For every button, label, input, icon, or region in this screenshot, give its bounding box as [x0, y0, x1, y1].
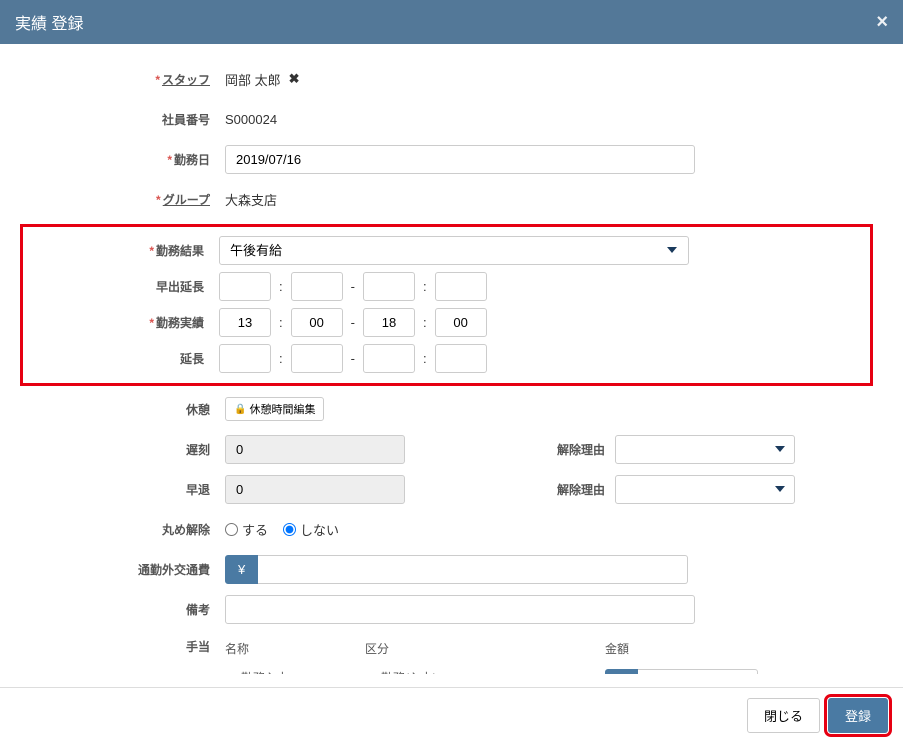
early-leave-label: 早退 [30, 481, 225, 498]
late-input[interactable] [225, 435, 405, 464]
ext-label: 延長 [29, 350, 219, 367]
actual-end-hour[interactable] [363, 308, 415, 337]
early-ext-start-min[interactable] [291, 272, 343, 301]
early-ext-end-hour[interactable] [363, 272, 415, 301]
remarks-input[interactable] [225, 595, 695, 624]
allowance-amount-header: 金額 [605, 640, 873, 657]
late-label: 遅刻 [30, 441, 225, 458]
modal-title: 実績 登録 [15, 10, 83, 34]
allowance-name-value: 勤務入力 [225, 669, 365, 674]
rounding-no-radio[interactable] [283, 523, 296, 536]
actual-end-min[interactable] [435, 308, 487, 337]
early-leave-cancel-reason-label: 解除理由 [545, 481, 605, 498]
late-cancel-reason-label: 解除理由 [545, 441, 605, 458]
rounding-yes-radio[interactable] [225, 523, 238, 536]
remarks-label: 備考 [30, 601, 225, 618]
work-result-label: 勤務結果 [156, 244, 204, 258]
staff-remove-icon[interactable]: ✖ [289, 71, 300, 87]
group-label[interactable]: グループ [163, 193, 210, 207]
break-label: 休憩 [30, 401, 225, 418]
ext-end-hour[interactable] [363, 344, 415, 373]
early-leave-input[interactable] [225, 475, 405, 504]
yen-icon: ¥ [605, 669, 638, 674]
allowance-amount-input[interactable] [638, 669, 758, 674]
actual-start-min[interactable] [291, 308, 343, 337]
allowance-cat-header: 区分 [365, 640, 605, 657]
actual-label: 勤務実績 [156, 316, 204, 330]
rounding-label: 丸め解除 [30, 521, 225, 538]
rounding-no-item[interactable]: しない [283, 520, 339, 539]
close-button[interactable]: 閉じる [747, 698, 820, 733]
modal-header: 実績 登録 × [0, 0, 903, 44]
work-date-input[interactable] [225, 145, 695, 174]
submit-button[interactable]: 登録 [828, 698, 888, 733]
ext-start-min[interactable] [291, 344, 343, 373]
lock-icon [234, 403, 246, 415]
staff-value: 岡部 太郎 [225, 66, 281, 93]
break-edit-button[interactable]: 休憩時間編集 [225, 397, 324, 421]
modal-body: *スタッフ 岡部 太郎 ✖ 社員番号 S000024 *勤務日 *グループ 大森… [0, 44, 903, 674]
allowance-cat-value: 勤務(入力) [365, 669, 605, 674]
allowance-label: 手当 [30, 634, 225, 655]
early-leave-cancel-reason-select[interactable] [615, 475, 795, 504]
employee-no-value: S000024 [225, 108, 277, 131]
commute-input[interactable] [258, 555, 688, 584]
actual-start-hour[interactable] [219, 308, 271, 337]
commute-label: 通勤外交通費 [30, 561, 225, 578]
employee-no-label: 社員番号 [30, 111, 225, 128]
modal-footer: 閉じる 登録 [0, 687, 903, 743]
yen-icon: ¥ [225, 555, 258, 584]
allowance-name-header: 名称 [225, 640, 365, 657]
ext-end-min[interactable] [435, 344, 487, 373]
late-cancel-reason-select[interactable] [615, 435, 795, 464]
group-value: 大森支店 [225, 186, 277, 213]
rounding-yes-item[interactable]: する [225, 520, 268, 539]
ext-start-hour[interactable] [219, 344, 271, 373]
work-result-select[interactable]: 午後有給 [219, 236, 689, 265]
work-date-label: 勤務日 [174, 153, 210, 167]
early-ext-end-min[interactable] [435, 272, 487, 301]
close-icon[interactable]: × [876, 11, 888, 34]
early-ext-start-hour[interactable] [219, 272, 271, 301]
early-ext-label: 早出延長 [29, 278, 219, 295]
highlight-box: *勤務結果 午後有給 早出延長 : - : *勤務実績 : - [20, 224, 873, 386]
staff-label[interactable]: スタッフ [162, 73, 210, 87]
